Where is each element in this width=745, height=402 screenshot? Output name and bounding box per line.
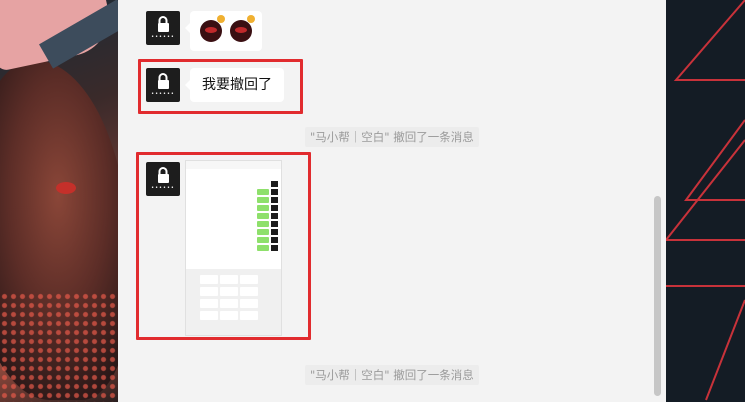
message-image: •••••• — [146, 162, 180, 196]
emoji-bubble[interactable] — [185, 11, 262, 51]
text-bubble[interactable]: 我要撤回了 — [185, 68, 284, 102]
bomb-icon — [200, 15, 225, 42]
wallpaper-right — [666, 0, 745, 402]
recall-notice: "马小帮｜空白" 撤回了一条消息 — [305, 365, 479, 385]
avatar[interactable]: •••••• — [146, 11, 180, 45]
bomb-icon — [230, 15, 255, 42]
recall-notice: "马小帮｜空白" 撤回了一条消息 — [305, 127, 479, 147]
avatar[interactable]: •••••• — [146, 162, 180, 196]
wallpaper-left — [0, 0, 118, 402]
image-message-thumbnail[interactable] — [185, 160, 282, 336]
avatar[interactable]: •••••• — [146, 68, 180, 102]
message-text: •••••• 我要撤回了 — [146, 68, 284, 102]
scrollbar[interactable] — [654, 196, 661, 396]
message-emoji: •••••• — [146, 11, 262, 51]
